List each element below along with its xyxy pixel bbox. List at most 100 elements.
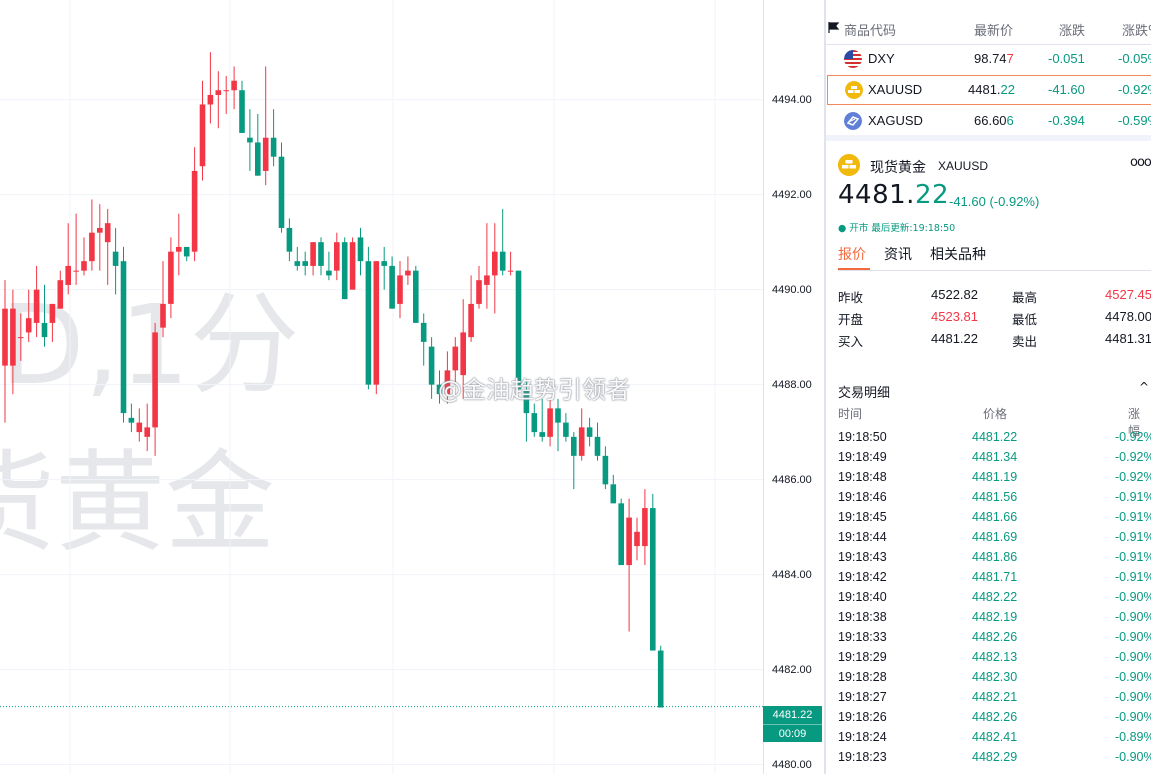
chart-canvas[interactable]: [0, 0, 763, 774]
candle: [89, 199, 95, 271]
candle: [270, 109, 277, 167]
candle-body: [650, 508, 656, 651]
candle-body: [318, 242, 324, 266]
candle: [183, 246, 190, 262]
col-last[interactable]: 最新价: [974, 20, 1013, 39]
trade-pct: -0.91%: [1115, 490, 1151, 504]
collapse-chevron-icon[interactable]: ^: [1139, 380, 1149, 394]
candle-body: [25, 318, 32, 333]
tab-quote[interactable]: 报价: [838, 244, 866, 264]
candle: [571, 432, 577, 490]
candle-body: [381, 261, 387, 266]
candle-body: [555, 408, 561, 423]
candle-body: [278, 156, 285, 228]
trade-row: 19:18:38 4482.19 -0.90%: [838, 608, 1151, 628]
trade-row: 19:18:49 4481.34 -0.92%: [838, 448, 1151, 468]
watchlist-row-xauusd[interactable]: XAUUSD 4481.22 -41.60 -0.92%: [827, 75, 1151, 105]
price-tick-label: 4494.00: [772, 93, 812, 106]
candle-body: [642, 508, 648, 547]
tabs-divider: [838, 270, 1151, 271]
candle: [397, 261, 403, 319]
candle-body: [2, 308, 8, 366]
candle: [341, 237, 348, 300]
candle-body: [160, 303, 166, 328]
candle: [191, 147, 198, 262]
trade-row: 19:18:29 4482.13 -0.90%: [838, 648, 1151, 668]
tab-active-indicator: [838, 268, 870, 270]
candle: [128, 403, 135, 433]
price-tick-label: 4488.00: [772, 378, 812, 391]
candle-body: [168, 251, 174, 304]
candle-body: [586, 427, 593, 437]
trade-pct: -0.90%: [1115, 670, 1151, 684]
candle-body: [231, 80, 237, 91]
trade-pct: -0.92%: [1115, 470, 1151, 484]
candle-body: [41, 322, 48, 338]
candle: [97, 204, 103, 271]
candle: [602, 446, 609, 490]
candle-body: [302, 261, 308, 266]
candle: [176, 213, 182, 276]
candle: [286, 218, 293, 262]
candle: [255, 113, 261, 176]
price-tail: 6: [1006, 113, 1014, 128]
tab-news[interactable]: 资讯: [884, 244, 912, 264]
change-pct-value: -0.92%: [1118, 82, 1151, 97]
trade-time: 19:18:44: [838, 530, 887, 544]
candle-body: [468, 303, 474, 338]
candle: [231, 66, 237, 110]
candle: [373, 261, 380, 395]
price-axis[interactable]: 4494.00 4492.00 4490.00 4488.00 4486.00 4484.…: [763, 0, 824, 774]
trade-price: 4481.71: [972, 570, 1018, 584]
trade-time: 19:18:23: [838, 750, 887, 764]
candle-body: [49, 303, 56, 323]
candle: [365, 246, 372, 390]
candle: [578, 408, 585, 461]
trade-row: 19:18:27 4482.21 -0.90%: [838, 688, 1151, 708]
candle: [57, 270, 64, 309]
watchlist-header: 商品代码 最新价 涨跌 涨跌%: [826, 0, 1151, 44]
trade-row: 19:18:48 4481.19 -0.92%: [838, 468, 1151, 488]
col-symbol[interactable]: 商品代码: [844, 20, 896, 39]
change-pct-value: -0.59%: [1118, 113, 1151, 128]
bid-label: 买入: [838, 334, 864, 349]
candle: [160, 261, 166, 338]
candle-body: [341, 242, 348, 300]
symbol-text: XAUUSD: [868, 82, 923, 97]
col-change-pct[interactable]: 涨跌%: [1122, 20, 1151, 39]
candle-body: [373, 261, 380, 385]
candle: [420, 313, 427, 366]
trade-price: 4481.34: [972, 450, 1018, 464]
trade-time: 19:18:43: [838, 550, 887, 564]
watchlist-row-dxy[interactable]: DXY 98.747 -0.051 -0.05%: [826, 44, 1151, 74]
trade-row: 19:18:46 4481.56 -0.91%: [838, 488, 1151, 508]
trade-pct: -0.90%: [1115, 750, 1151, 764]
candle-body: [405, 270, 411, 276]
trade-price: 4481.19: [972, 470, 1018, 484]
candle-body: [223, 90, 229, 92]
candle: [239, 80, 245, 133]
candle: [294, 246, 301, 271]
flag-icon[interactable]: [828, 22, 839, 33]
trade-row: 19:18:33 4482.26 -0.90%: [838, 628, 1151, 648]
change-value: -0.051: [1048, 51, 1085, 66]
candle-body: [89, 232, 95, 262]
candle: [634, 517, 640, 561]
candle: [247, 109, 253, 171]
more-options-icon[interactable]: ooo: [1130, 155, 1151, 170]
candle: [10, 289, 16, 395]
candle: [476, 265, 482, 309]
price-tick-label: 4482.00: [772, 663, 812, 676]
candle: [207, 52, 214, 124]
tab-related[interactable]: 相关品种: [930, 244, 986, 264]
price-main: 4481.: [838, 180, 915, 210]
candle: [389, 256, 395, 309]
silver-icon: [844, 112, 862, 130]
candle: [381, 246, 387, 290]
candlestick-chart[interactable]: SD,1分 货黄金 @金油趋势引领者: [0, 0, 763, 774]
price-tick-label: 4484.00: [772, 568, 812, 581]
watchlist-row-xagusd[interactable]: XAGUSD 66.606 -0.394 -0.59%: [826, 106, 1151, 136]
price-tick-label: 4490.00: [772, 283, 812, 296]
candle: [563, 413, 569, 442]
col-change[interactable]: 涨跌: [1059, 20, 1085, 39]
